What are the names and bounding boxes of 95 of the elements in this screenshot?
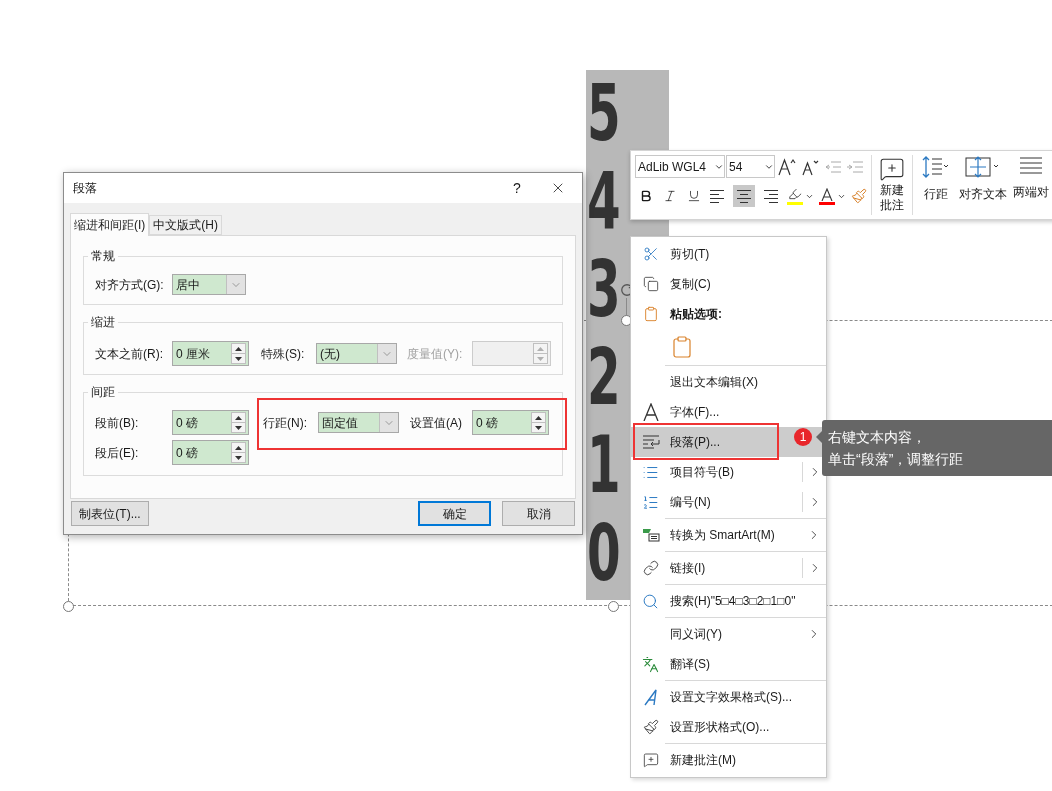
digit: 1 bbox=[587, 422, 621, 510]
field-label: 段后(E): bbox=[95, 444, 140, 462]
menu-item[interactable]: 新建批注(M) bbox=[631, 745, 826, 775]
field-label: 行距(N): bbox=[263, 414, 308, 432]
ok-button[interactable]: 确定 bbox=[418, 501, 491, 526]
down-arrow-icon bbox=[535, 425, 542, 430]
tab[interactable]: 中文版式(H) bbox=[149, 215, 222, 235]
format-painter-icon[interactable] bbox=[851, 188, 867, 204]
italic-icon[interactable] bbox=[663, 189, 677, 203]
group-heading: 缩进 bbox=[88, 314, 118, 330]
up-arrow-icon bbox=[535, 415, 542, 420]
resize-handle[interactable] bbox=[608, 601, 619, 612]
scissors-icon bbox=[642, 246, 659, 262]
align-button[interactable] bbox=[733, 185, 755, 207]
field-label: 特殊(S): bbox=[261, 345, 306, 363]
digit: 5 bbox=[587, 70, 621, 158]
menu-item[interactable]: 退出文本编辑(X) bbox=[631, 367, 826, 397]
align-center-icon bbox=[737, 189, 751, 203]
diagram-icon bbox=[641, 528, 660, 542]
link-icon bbox=[642, 560, 659, 576]
digit: 2 bbox=[587, 334, 621, 422]
menu-item[interactable]: 同义词(Y) bbox=[631, 619, 826, 649]
menu-item[interactable]: 剪切(T) bbox=[631, 239, 826, 269]
menu-item[interactable]: 编号(N) bbox=[631, 487, 826, 517]
menu-item[interactable]: 转换为 SmartArt(M) bbox=[631, 520, 826, 550]
justify-icon bbox=[1019, 156, 1043, 176]
menu-item[interactable]: 复制(C) bbox=[631, 269, 826, 299]
bold-icon[interactable] bbox=[639, 189, 653, 203]
digit: 0 bbox=[587, 510, 621, 598]
underline-icon[interactable] bbox=[687, 189, 701, 203]
highlighter-button[interactable] bbox=[787, 187, 814, 205]
clipboard-icon bbox=[642, 306, 659, 322]
spin-field[interactable]: 0 磅 bbox=[172, 410, 249, 435]
menu-item[interactable]: 搜索(H)"5□4□3□2□1□0" bbox=[631, 586, 826, 616]
up-arrow-icon bbox=[235, 415, 242, 420]
menu-item[interactable]: 设置文字效果格式(S)... bbox=[631, 682, 826, 712]
window-title: 段落 bbox=[73, 180, 98, 197]
down-arrow-icon bbox=[235, 356, 242, 361]
field-label: 文本之前(R): bbox=[95, 345, 164, 363]
up-arrow-icon bbox=[235, 346, 242, 351]
ribbon-command[interactable]: 行距 bbox=[917, 155, 955, 215]
search-icon bbox=[642, 592, 659, 610]
line-spacing-icon bbox=[922, 156, 950, 178]
dropdown[interactable]: (无) bbox=[316, 343, 397, 364]
up-arrow-icon bbox=[235, 445, 242, 450]
cancel-button[interactable]: 取消 bbox=[502, 501, 575, 526]
letter-a-icon bbox=[642, 403, 659, 421]
spin-field[interactable]: 0 磅 bbox=[172, 440, 249, 465]
menu-item[interactable]: 翻译(S) bbox=[631, 649, 826, 679]
field-label: 度量值(Y): bbox=[407, 345, 464, 363]
new-comment-icon bbox=[879, 156, 905, 182]
menu-item[interactable]: 链接(I) bbox=[631, 553, 826, 583]
help-button[interactable]: ? bbox=[502, 177, 532, 199]
spin-field[interactable]: 0 厘米 bbox=[172, 341, 249, 366]
brush-icon bbox=[642, 719, 659, 735]
field-label: 设置值(A) bbox=[410, 414, 463, 432]
callout-pointer bbox=[816, 431, 822, 443]
paragraph-icon bbox=[641, 435, 660, 449]
down-arrow-icon bbox=[537, 356, 544, 361]
dropdown[interactable]: 居中 bbox=[172, 274, 246, 295]
menu-heading: 粘贴选项: bbox=[670, 306, 722, 323]
align-text-icon bbox=[965, 156, 1001, 178]
down-arrow-icon bbox=[235, 425, 242, 430]
ribbon-command[interactable]: 对齐文本 bbox=[957, 155, 1009, 215]
ribbon-command[interactable]: 新建 批注 bbox=[876, 155, 908, 215]
text-effect-icon bbox=[642, 688, 659, 706]
digit: 3 bbox=[587, 246, 621, 334]
field-label: 对齐方式(G): bbox=[95, 276, 165, 294]
translate-icon bbox=[642, 655, 659, 673]
spin-field[interactable]: 0 磅 bbox=[472, 410, 549, 435]
callout: 右键文本内容， 单击“段落”，调整行距 bbox=[822, 420, 1052, 476]
letter-a-icon bbox=[821, 187, 833, 201]
copy-icon bbox=[642, 276, 659, 292]
tab[interactable]: 缩进和间距(I) bbox=[70, 213, 150, 236]
field-label: 段前(B): bbox=[95, 414, 140, 432]
menu-item[interactable]: 设置形状格式(O)... bbox=[631, 712, 826, 742]
resize-handle[interactable] bbox=[63, 601, 74, 612]
down-arrow-icon bbox=[235, 455, 242, 460]
dropdown[interactable]: 固定值 bbox=[318, 412, 399, 433]
align-left-icon bbox=[710, 189, 724, 203]
numbered-list-icon bbox=[642, 493, 659, 511]
grow-font-icon[interactable] bbox=[778, 157, 798, 176]
group-heading: 间距 bbox=[88, 384, 118, 400]
tabs-button[interactable]: 制表位(T)... bbox=[71, 501, 149, 526]
font-select[interactable]: AdLib WGL4 bbox=[635, 155, 725, 178]
digit: 4 bbox=[587, 158, 621, 246]
font-color-button[interactable] bbox=[819, 187, 846, 205]
group-heading: 常规 bbox=[88, 248, 118, 264]
ribbon-command[interactable]: 两端对 bbox=[1013, 155, 1049, 215]
new-comment-icon bbox=[642, 752, 659, 768]
up-arrow-icon bbox=[537, 346, 544, 351]
align-right-icon bbox=[764, 189, 778, 203]
highlighter-icon bbox=[788, 187, 802, 201]
font-size-select[interactable]: 54 bbox=[726, 155, 775, 178]
clipboard-icon bbox=[670, 334, 694, 359]
